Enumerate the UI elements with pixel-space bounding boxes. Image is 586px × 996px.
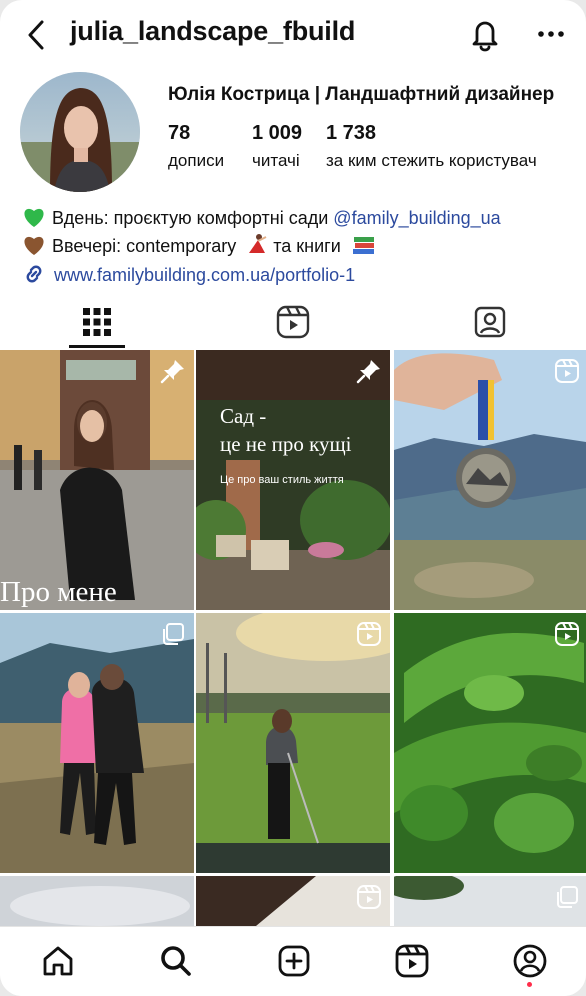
profile-username: julia_landscape_fbuild [70, 16, 356, 46]
website-link-text: www.familybuilding.com.ua/portfolio-1 [54, 265, 356, 285]
bio-line-2-text: Ввечері: contemporary [52, 236, 237, 256]
home-icon[interactable] [40, 943, 76, 979]
post-tile[interactable]: Про мене [0, 350, 194, 610]
post-tile[interactable] [394, 613, 586, 873]
post-tile[interactable]: Сад - це не про кущі Це про ваш стиль жи… [196, 350, 390, 610]
reels-icon [555, 622, 579, 646]
carousel-icon [557, 886, 578, 908]
stat-following-value: 1 738 [326, 122, 377, 144]
chevron-left-icon[interactable] [22, 18, 52, 52]
stat-followers[interactable]: 1 009 читачі [252, 122, 302, 171]
bottom-navigation [0, 926, 586, 996]
top-bar: julia_landscape_fbuild [0, 0, 586, 70]
bio-line-1-text: Вдень: проєктую комфортні сади [52, 208, 329, 228]
books-icon [352, 237, 374, 254]
create-post-icon[interactable] [276, 943, 312, 979]
pin-icon [160, 360, 184, 384]
post-tile[interactable] [196, 876, 390, 926]
post-title-line-1: Сад - [220, 404, 267, 428]
profile-tabs [0, 296, 586, 348]
post-caption: Про мене [0, 576, 117, 608]
post-title: Сад - це не про кущі [220, 402, 352, 458]
dancer-icon [249, 234, 267, 253]
green-heart-icon [24, 208, 44, 227]
post-tile[interactable] [394, 876, 586, 926]
search-icon[interactable] [158, 943, 194, 979]
stat-posts[interactable]: 78 дописи [168, 122, 224, 171]
post-tile[interactable] [394, 350, 586, 610]
stat-followers-value: 1 009 [252, 122, 303, 144]
bio-mention-link[interactable]: @family_building_ua [333, 208, 500, 228]
notification-dot [527, 982, 532, 987]
tagged-user-icon[interactable] [472, 304, 508, 340]
reels-icon [357, 622, 381, 646]
stat-followers-label: читачі [252, 151, 300, 170]
grid-icon[interactable] [79, 304, 115, 340]
bio-line-2: Ввечері: contemporary та книги [22, 233, 376, 257]
reels-icon[interactable] [394, 943, 430, 979]
phone-screen: julia_landscape_fbuild Юлія Кострица | Л… [0, 0, 586, 996]
stat-posts-label: дописи [168, 151, 225, 170]
stat-posts-value: 78 [168, 122, 191, 144]
profile-icon[interactable] [512, 943, 548, 979]
reels-icon[interactable] [275, 304, 311, 340]
brown-heart-icon [24, 236, 44, 255]
more-horizontal-icon[interactable] [536, 24, 566, 44]
avatar[interactable] [20, 72, 140, 192]
bio-line-2-after: та книги [273, 236, 341, 256]
post-subtitle: Це про ваш стиль життя [220, 474, 344, 486]
reels-icon [357, 885, 381, 909]
post-title-line-2: це не про кущі [220, 432, 352, 456]
stat-following[interactable]: 1 738 за ким стежить користувач [326, 122, 537, 171]
post-tile[interactable] [196, 613, 390, 873]
post-tile[interactable] [0, 613, 194, 873]
link-icon [26, 265, 42, 283]
stat-following-label: за ким стежить користувач [326, 151, 537, 170]
pin-icon [356, 360, 380, 384]
website-link[interactable]: www.familybuilding.com.ua/portfolio-1 [22, 262, 355, 286]
carousel-icon [163, 623, 184, 645]
bio-line-1: Вдень: проєктую комфортні сади @family_b… [22, 206, 501, 229]
bell-icon[interactable] [468, 16, 502, 52]
post-tile[interactable] [0, 876, 194, 926]
profile-full-name: Юлія Кострица | Ландшафтний дизайнер [168, 84, 555, 105]
active-tab-indicator [69, 345, 125, 348]
reels-icon [555, 359, 579, 383]
